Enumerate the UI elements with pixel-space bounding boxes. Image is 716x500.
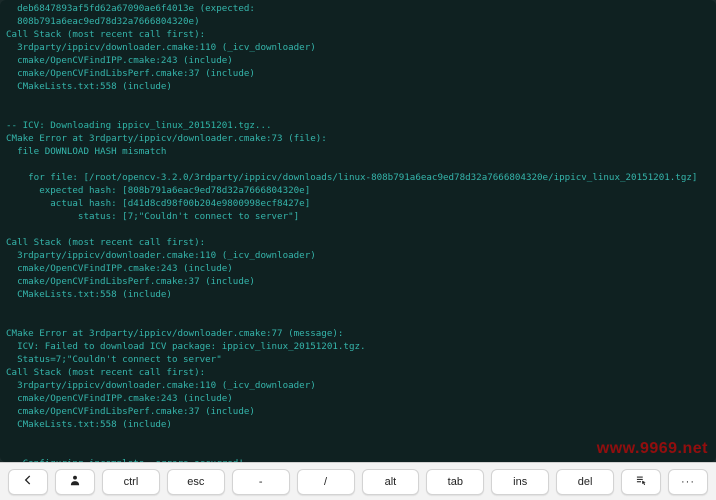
terminal-line: CMake Error at 3rdparty/ippicv/downloade… <box>6 327 710 340</box>
terminal-line <box>6 93 710 106</box>
terminal-line: Call Stack (most recent call first): <box>6 366 710 379</box>
terminal-line <box>6 301 710 314</box>
terminal-line: -- ICV: Downloading ippicv_linux_2015120… <box>6 119 710 132</box>
terminal-line: cmake/OpenCVFindIPP.cmake:243 (include) <box>6 392 710 405</box>
del-key[interactable]: del <box>556 469 614 495</box>
terminal-line: cmake/OpenCVFindLibsPerf.cmake:37 (inclu… <box>6 67 710 80</box>
key-label: - <box>259 476 263 488</box>
dash-key[interactable]: - <box>232 469 290 495</box>
terminal-line <box>6 431 710 444</box>
terminal-line: actual hash: [d41d8cd98f00b204e9800998ec… <box>6 197 710 210</box>
slash-key[interactable]: / <box>297 469 355 495</box>
key-label: ctrl <box>124 476 139 488</box>
terminal-line: cmake/OpenCVFindLibsPerf.cmake:37 (inclu… <box>6 405 710 418</box>
terminal-line: CMakeLists.txt:558 (include) <box>6 80 710 93</box>
ctrl-key[interactable]: ctrl <box>102 469 160 495</box>
terminal-line: Call Stack (most recent call first): <box>6 28 710 41</box>
terminal-line: 808b791a6eac9ed78d32a7666804320e) <box>6 15 710 28</box>
terminal-line <box>6 158 710 171</box>
terminal-line: cmake/OpenCVFindLibsPerf.cmake:37 (inclu… <box>6 275 710 288</box>
terminal-line: 3rdparty/ippicv/downloader.cmake:110 (_i… <box>6 379 710 392</box>
chevron-left-icon <box>21 473 35 490</box>
menu-with-cursor-icon <box>634 473 648 490</box>
ins-key[interactable]: ins <box>491 469 549 495</box>
keyboard-toolbar: ctrl esc - / alt tab ins del ··· <box>0 462 716 500</box>
terminal-line <box>6 223 710 236</box>
terminal-line: CMakeLists.txt:558 (include) <box>6 418 710 431</box>
key-label: / <box>324 476 327 488</box>
key-label: del <box>578 476 593 488</box>
terminal-line: cmake/OpenCVFindIPP.cmake:243 (include) <box>6 262 710 275</box>
key-label: tab <box>448 476 463 488</box>
terminal-line: CMake Error at 3rdparty/ippicv/downloade… <box>6 132 710 145</box>
user-icon <box>68 473 82 490</box>
key-label: esc <box>187 476 204 488</box>
more-label: ··· <box>681 476 695 488</box>
terminal-line <box>6 444 710 457</box>
terminal-line: 3rdparty/ippicv/downloader.cmake:110 (_i… <box>6 249 710 262</box>
alt-key[interactable]: alt <box>362 469 420 495</box>
terminal-output[interactable]: deb6847893af5fd62a67090ae6f4013e (expect… <box>0 0 716 462</box>
terminal-line: status: [7;"Couldn't connect to server"] <box>6 210 710 223</box>
more-button[interactable]: ··· <box>668 469 708 495</box>
terminal-line: for file: [/root/opencv-3.2.0/3rdparty/i… <box>6 171 710 184</box>
key-label: alt <box>385 476 397 488</box>
terminal-line: Status=7;"Couldn't connect to server" <box>6 353 710 366</box>
key-label: ins <box>513 476 527 488</box>
terminal-line: 3rdparty/ippicv/downloader.cmake:110 (_i… <box>6 41 710 54</box>
tab-key[interactable]: tab <box>426 469 484 495</box>
terminal-line: ICV: Failed to download ICV package: ipp… <box>6 340 710 353</box>
terminal-line <box>6 314 710 327</box>
terminal-line: Call Stack (most recent call first): <box>6 236 710 249</box>
user-button[interactable] <box>55 469 95 495</box>
terminal-line: expected hash: [808b791a6eac9ed78d32a766… <box>6 184 710 197</box>
terminal-line: CMakeLists.txt:558 (include) <box>6 288 710 301</box>
terminal-line: file DOWNLOAD HASH mismatch <box>6 145 710 158</box>
back-button[interactable] <box>8 469 48 495</box>
menu-cursor-button[interactable] <box>621 469 661 495</box>
terminal-line: deb6847893af5fd62a67090ae6f4013e (expect… <box>6 2 710 15</box>
terminal-line <box>6 106 710 119</box>
esc-key[interactable]: esc <box>167 469 225 495</box>
terminal-line: cmake/OpenCVFindIPP.cmake:243 (include) <box>6 54 710 67</box>
